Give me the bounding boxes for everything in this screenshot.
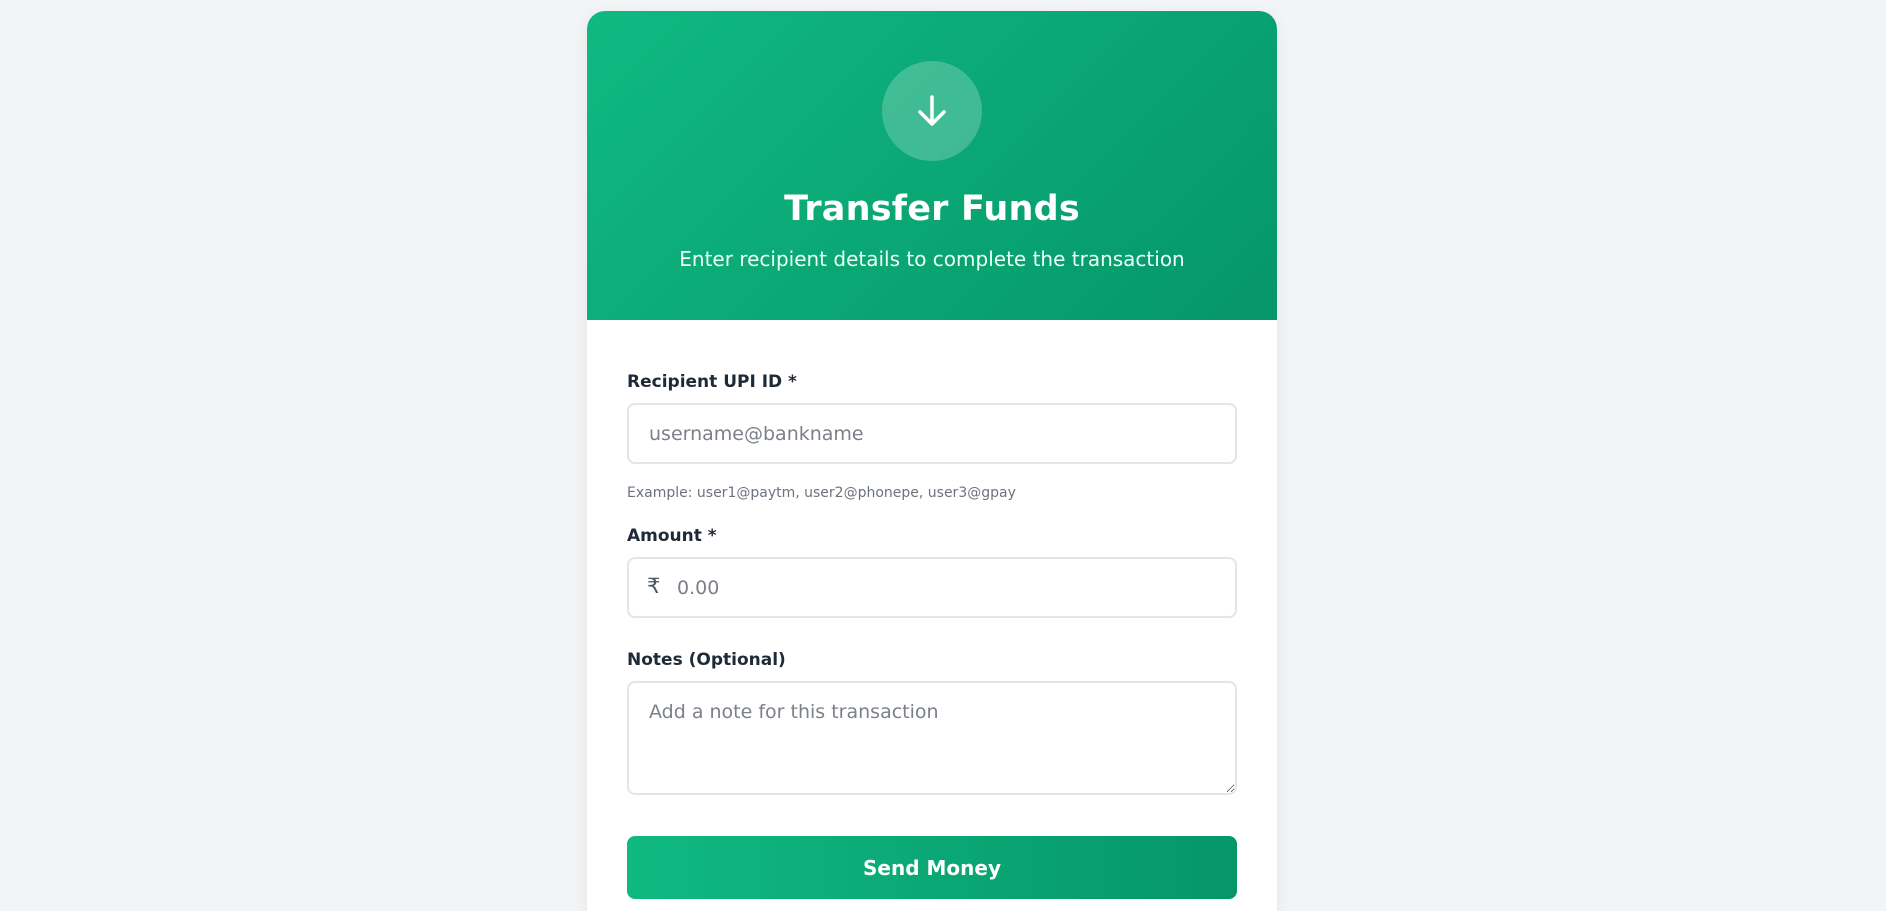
amount-label: Amount * <box>627 526 717 546</box>
rupee-icon: ₹ <box>647 574 661 598</box>
upi-input[interactable] <box>627 403 1237 464</box>
page-title: Transfer Funds <box>784 189 1080 229</box>
notes-label: Notes (Optional) <box>627 650 786 670</box>
notes-textarea[interactable] <box>627 681 1237 795</box>
amount-input[interactable] <box>677 559 1217 616</box>
send-money-button[interactable]: Send Money <box>627 836 1237 899</box>
arrow-down-icon <box>918 95 946 126</box>
upi-label: Recipient UPI ID * <box>627 372 797 392</box>
amount-field[interactable]: ₹ <box>627 557 1237 618</box>
page-subtitle: Enter recipient details to complete the … <box>679 247 1185 271</box>
transfer-card: Transfer Funds Enter recipient details t… <box>587 11 1277 911</box>
card-header: Transfer Funds Enter recipient details t… <box>587 11 1277 320</box>
icon-badge <box>882 61 982 161</box>
upi-hint: Example: user1@paytm, user2@phonepe, use… <box>627 485 1016 501</box>
